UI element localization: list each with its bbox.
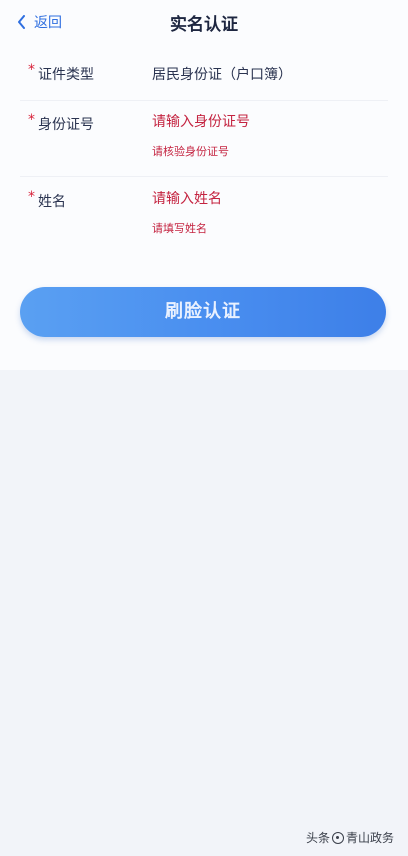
- divider: [20, 176, 388, 177]
- watermark-account: 青山政务: [345, 831, 394, 845]
- id-number-error: 请核验身份证号: [152, 145, 229, 158]
- page-title: 实名认证: [170, 15, 238, 35]
- nav-bar: 返回 实名认证: [0, 0, 408, 44]
- name-row: * 姓名 请填写姓名: [0, 189, 408, 245]
- id-number-row: * 身份证号 请核验身份证号: [0, 112, 408, 168]
- cert-type-label: 证件类型: [38, 67, 94, 83]
- watermark: 头条 青山政务: [306, 829, 394, 846]
- required-mark: *: [28, 189, 35, 205]
- cert-type-value[interactable]: 居民身份证（户口簿）: [152, 64, 292, 84]
- name-error: 请填写姓名: [152, 222, 207, 235]
- id-number-input[interactable]: [152, 114, 372, 130]
- required-mark: *: [28, 62, 35, 78]
- divider: [20, 100, 388, 101]
- cert-type-row[interactable]: * 证件类型 居民身份证（户口簿）: [0, 62, 408, 92]
- required-mark: *: [28, 112, 35, 128]
- id-number-label: 身份证号: [38, 117, 94, 133]
- face-auth-button[interactable]: 刷脸认证: [20, 287, 386, 337]
- name-label: 姓名: [38, 194, 66, 210]
- at-icon: [331, 831, 344, 844]
- name-input[interactable]: [152, 191, 372, 207]
- watermark-prefix: 头条: [305, 831, 330, 845]
